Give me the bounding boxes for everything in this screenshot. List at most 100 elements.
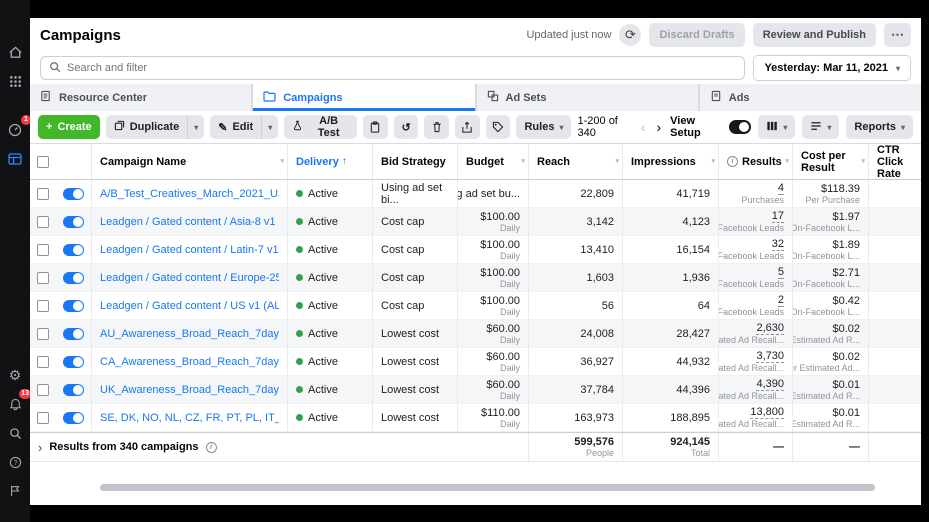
settings-gear-icon[interactable]: ⚙ (3, 363, 27, 387)
campaign-active-toggle[interactable] (63, 272, 84, 284)
reports-button[interactable]: Reports▾ (846, 115, 913, 139)
delivery-status: Active (308, 272, 338, 284)
tab-campaigns[interactable]: Campaigns (253, 84, 474, 111)
refresh-button[interactable]: ⟳ (619, 24, 641, 46)
notifications-bell-icon[interactable]: 13 (3, 392, 27, 416)
campaign-name-link[interactable]: Leadgen / Gated content / US v1 (AL) (100, 300, 279, 312)
create-button[interactable]: +Create (38, 115, 100, 139)
campaign-active-toggle[interactable] (63, 244, 84, 256)
campaign-active-toggle[interactable] (63, 356, 84, 368)
search-input[interactable] (67, 62, 736, 74)
table-row[interactable]: Leadgen / Gated content / Asia-8 v1 (AL)… (30, 208, 921, 236)
campaigns-table-icon[interactable] (3, 147, 27, 171)
row-checkbox[interactable] (37, 328, 49, 340)
campaign-active-toggle[interactable] (63, 216, 84, 228)
flag-icon[interactable] (3, 479, 27, 503)
row-checkbox[interactable] (37, 412, 49, 424)
help-icon[interactable]: ? (3, 450, 27, 474)
duplicate-button[interactable]: Duplicate (106, 115, 188, 139)
campaign-active-toggle[interactable] (63, 300, 84, 312)
ads-manager-icon[interactable]: 1 (3, 118, 27, 142)
edit-button[interactable]: ✎ Edit (210, 115, 261, 139)
results-value: 4 (778, 182, 784, 195)
row-checkbox[interactable] (37, 356, 49, 368)
breakdown-button[interactable]: ▾ (802, 115, 839, 139)
row-checkbox[interactable] (37, 300, 49, 312)
cost-per-result-type: Per Estimated Ad... (793, 363, 860, 373)
table-row[interactable]: SE, DK, NO, NL, CZ, FR, PT, PL, IT_Aware… (30, 404, 921, 432)
table-row[interactable]: A/B_Test_Creatives_March_2021_US_Broad..… (30, 180, 921, 208)
ads-manager-app: Campaigns Updated just now ⟳ Discard Dra… (30, 18, 921, 505)
bid-strategy-value: Cost cap (373, 264, 458, 291)
campaign-name-link[interactable]: UK_Awareness_Broad_Reach_7days (100, 384, 279, 396)
header-budget[interactable]: Budget▾ (458, 144, 529, 179)
breakdown-lines-icon (810, 120, 822, 135)
header-impressions[interactable]: Impressions▾ (623, 144, 719, 179)
expand-summary-icon[interactable]: › (38, 440, 42, 455)
export-icon-button[interactable] (455, 115, 480, 139)
select-all-checkbox[interactable] (37, 156, 49, 168)
header-cost-per-result[interactable]: Cost per Result▾ (793, 144, 869, 179)
row-checkbox[interactable] (37, 216, 49, 228)
reach-value: 3,142 (586, 216, 614, 228)
campaign-name-link[interactable]: Leadgen / Gated content / Latin-7 v1 (AL… (100, 244, 279, 256)
header-ctr[interactable]: CTR Click Rate (869, 144, 921, 179)
row-checkbox[interactable] (37, 188, 49, 200)
table-row[interactable]: CA_Awareness_Broad_Reach_7days Active Lo… (30, 348, 921, 376)
cost-per-result-value: $0.02 (832, 351, 860, 363)
undo-icon-button[interactable]: ↺ (394, 115, 419, 139)
page-prev-button[interactable]: ‹ (639, 120, 648, 134)
tab-ad-sets[interactable]: Ad Sets (477, 84, 698, 111)
delete-icon-button[interactable] (424, 115, 449, 139)
budget-value: $100.00 (480, 211, 520, 223)
campaign-active-toggle[interactable] (63, 188, 84, 200)
campaign-name-link[interactable]: SE, DK, NO, NL, CZ, FR, PT, PL, IT_Aware… (100, 412, 279, 424)
tag-icon-button[interactable] (486, 115, 511, 139)
header-reach[interactable]: Reach▾ (529, 144, 623, 179)
campaign-name-link[interactable]: AU_Awareness_Broad_Reach_7days (100, 328, 279, 340)
header-results[interactable]: i Results▾ (719, 144, 793, 179)
table-row[interactable]: Leadgen / Gated content / US v1 (AL) Act… (30, 292, 921, 320)
discard-drafts-button[interactable]: Discard Drafts (649, 23, 744, 47)
tab-resource-center[interactable]: Resource Center (30, 84, 251, 111)
table-row[interactable]: Leadgen / Gated content / Europe-25 v1 (… (30, 264, 921, 292)
campaign-active-toggle[interactable] (63, 328, 84, 340)
search-icon[interactable] (3, 421, 27, 445)
table-row[interactable]: Leadgen / Gated content / Latin-7 v1 (AL… (30, 236, 921, 264)
header-bid-strategy[interactable]: Bid Strategy (373, 144, 458, 179)
budget-period: Daily (500, 391, 520, 401)
row-checkbox[interactable] (37, 272, 49, 284)
status-dot-icon (296, 246, 303, 253)
search-box[interactable] (40, 56, 745, 80)
campaign-active-toggle[interactable] (63, 384, 84, 396)
edit-dropdown-button[interactable]: ▾ (261, 115, 278, 139)
campaign-name-link[interactable]: Leadgen / Gated content / Europe-25 v1 (… (100, 272, 279, 284)
more-options-button[interactable]: ⋯ (884, 23, 911, 47)
review-publish-button[interactable]: Review and Publish (753, 23, 876, 47)
view-setup-toggle[interactable] (729, 120, 752, 134)
row-checkbox[interactable] (37, 244, 49, 256)
clipboard-icon-button[interactable] (363, 115, 388, 139)
header-delivery[interactable]: Delivery↑ (288, 144, 373, 179)
home-icon[interactable] (3, 40, 27, 64)
header-campaign-name[interactable]: Campaign Name▾ (92, 144, 288, 179)
horizontal-scrollbar[interactable] (100, 484, 875, 491)
row-checkbox[interactable] (37, 384, 49, 396)
page-next-button[interactable]: › (654, 120, 663, 134)
table-body: A/B_Test_Creatives_March_2021_US_Broad..… (30, 180, 921, 432)
campaign-name-link[interactable]: CA_Awareness_Broad_Reach_7days (100, 356, 279, 368)
ab-test-button[interactable]: A/B Test (284, 115, 357, 139)
campaign-name-link[interactable]: A/B_Test_Creatives_March_2021_US_Broad..… (100, 188, 279, 200)
columns-button[interactable]: ▾ (758, 115, 795, 139)
date-range-picker[interactable]: Yesterday: Mar 11, 2021 ▾ (753, 55, 911, 81)
tab-ads[interactable]: Ads (700, 84, 921, 111)
duplicate-dropdown-button[interactable]: ▾ (187, 115, 204, 139)
ad-sets-icon (487, 90, 499, 105)
table-row[interactable]: UK_Awareness_Broad_Reach_7days Active Lo… (30, 376, 921, 404)
cost-per-result-type: Per Estimated Ad R... (793, 419, 860, 429)
rules-button[interactable]: Rules▾ (516, 115, 571, 139)
campaign-name-link[interactable]: Leadgen / Gated content / Asia-8 v1 (AL) (100, 216, 279, 228)
campaign-active-toggle[interactable] (63, 412, 84, 424)
apps-grid-icon[interactable] (3, 69, 27, 93)
table-row[interactable]: AU_Awareness_Broad_Reach_7days Active Lo… (30, 320, 921, 348)
